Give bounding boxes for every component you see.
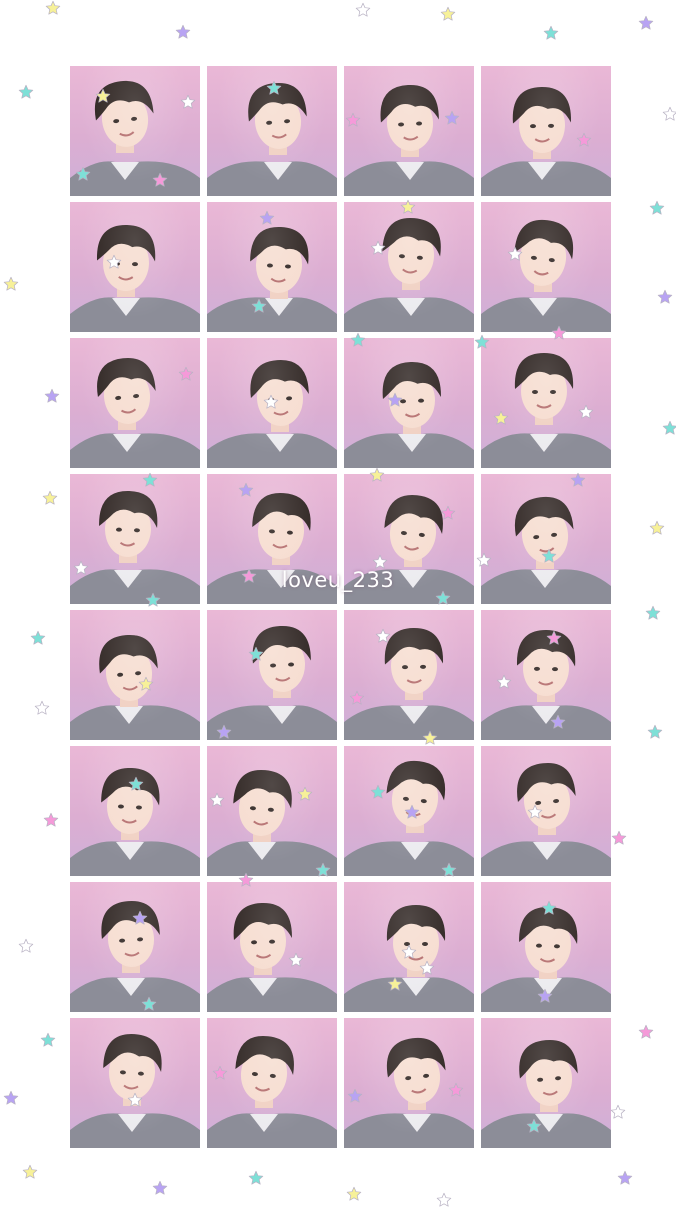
photo-tile xyxy=(481,202,611,332)
photo-tile xyxy=(344,1018,474,1148)
star-icon xyxy=(440,6,456,22)
star-icon xyxy=(22,1164,38,1180)
star-icon xyxy=(436,1192,452,1208)
star-icon xyxy=(44,388,60,404)
photo-tile xyxy=(70,66,200,196)
star-icon xyxy=(649,520,665,536)
star-icon xyxy=(152,1180,168,1196)
photo-tile xyxy=(481,1018,611,1148)
star-icon xyxy=(34,700,50,716)
photo-tile xyxy=(481,746,611,876)
star-icon xyxy=(175,24,191,40)
star-icon xyxy=(543,25,559,41)
star-icon xyxy=(645,605,661,621)
star-icon xyxy=(248,1170,264,1186)
star-icon xyxy=(3,276,19,292)
photo-tile xyxy=(70,746,200,876)
star-icon xyxy=(43,812,59,828)
star-icon xyxy=(355,2,371,18)
star-icon xyxy=(610,1104,626,1120)
photo-tile xyxy=(344,202,474,332)
star-icon xyxy=(3,1090,19,1106)
photo-tile xyxy=(70,610,200,740)
photo-tile xyxy=(344,66,474,196)
star-icon xyxy=(647,724,663,740)
star-icon xyxy=(649,200,665,216)
star-icon xyxy=(638,1024,654,1040)
star-icon xyxy=(638,15,654,31)
photo-tile xyxy=(481,66,611,196)
photo-tile xyxy=(481,610,611,740)
star-icon xyxy=(42,490,58,506)
photo-tile xyxy=(207,66,337,196)
star-icon xyxy=(30,630,46,646)
photo-tile xyxy=(207,746,337,876)
photo-tile xyxy=(344,610,474,740)
photo-tile xyxy=(207,610,337,740)
photo-tile xyxy=(207,338,337,468)
star-icon xyxy=(18,938,34,954)
photo-tile xyxy=(70,338,200,468)
photo-tile xyxy=(481,338,611,468)
photo-tile xyxy=(207,202,337,332)
photo-tile xyxy=(70,882,200,1012)
photo-tile xyxy=(207,882,337,1012)
photo-tile xyxy=(70,1018,200,1148)
photo-tile xyxy=(481,882,611,1012)
photo-tile xyxy=(70,202,200,332)
photo-tile xyxy=(344,882,474,1012)
photo-tile xyxy=(207,1018,337,1148)
star-icon xyxy=(18,84,34,100)
star-icon xyxy=(617,1170,633,1186)
star-icon xyxy=(40,1032,56,1048)
star-icon xyxy=(657,289,673,305)
photo-tile xyxy=(344,746,474,876)
star-icon xyxy=(662,420,676,436)
watermark: loveu_233 xyxy=(281,568,395,592)
photo-tile xyxy=(344,338,474,468)
star-icon xyxy=(611,830,627,846)
star-icon xyxy=(662,106,676,122)
star-icon xyxy=(45,0,61,16)
photo-grid xyxy=(70,66,611,1148)
wallpaper-page: loveu_233 xyxy=(0,0,676,1207)
